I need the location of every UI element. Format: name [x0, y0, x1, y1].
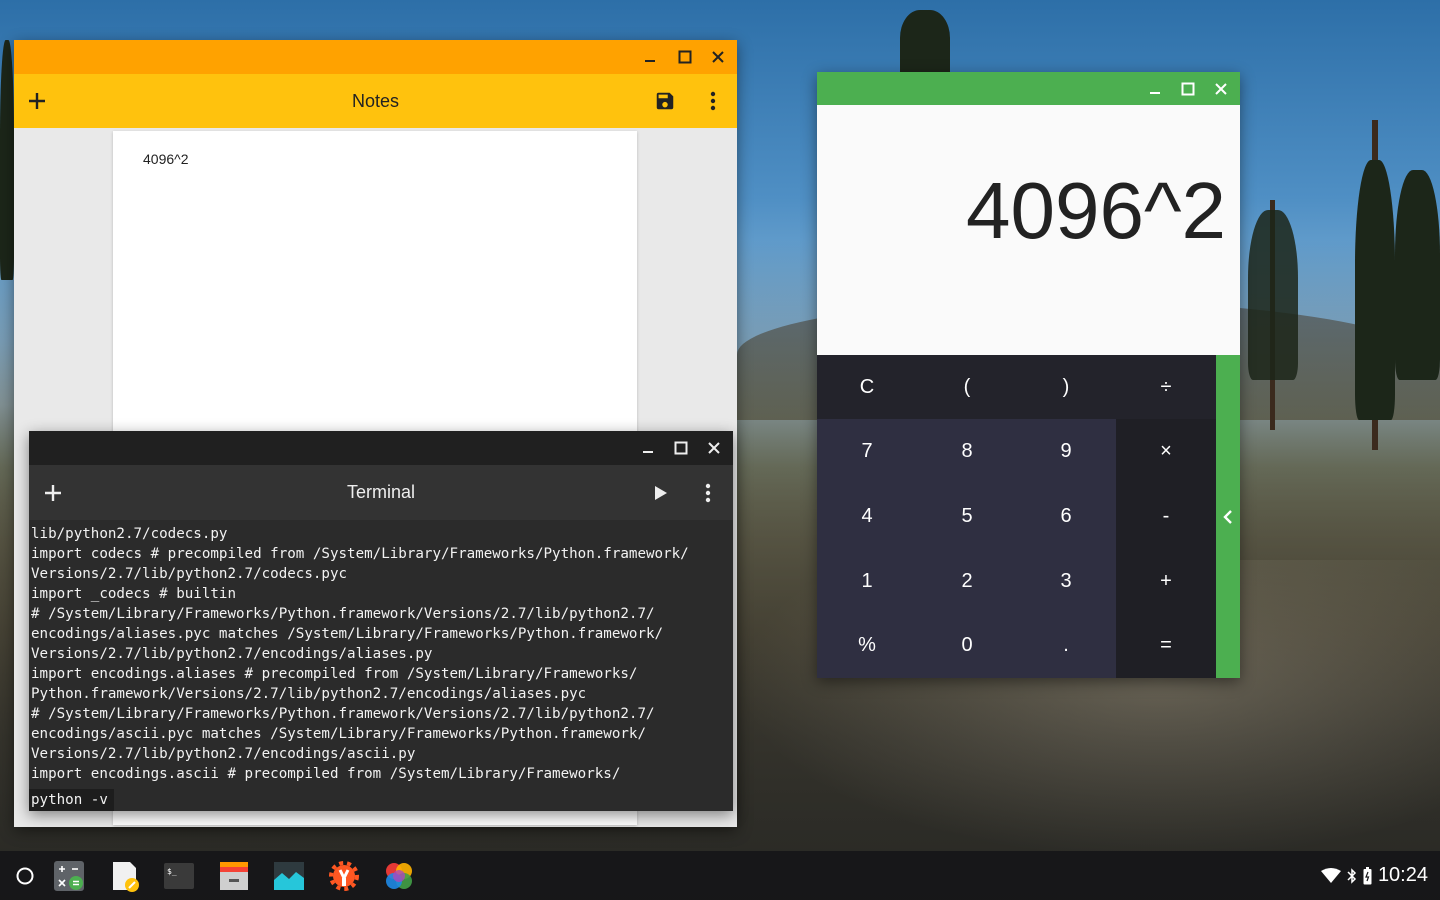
- close-icon: [711, 51, 724, 63]
- terminal-line: Versions/2.7/lib/python2.7/encodings/ali…: [31, 646, 433, 662]
- notes-titlebar[interactable]: [14, 40, 737, 74]
- key-divide[interactable]: ÷: [1116, 355, 1216, 419]
- terminal-titlebar[interactable]: [29, 431, 733, 465]
- terminal-line: import encodings.aliases # precompiled f…: [31, 666, 638, 682]
- terminal-output[interactable]: lib/python2.7/codecs.py import codecs # p…: [29, 520, 733, 811]
- maximize-icon: [1181, 82, 1194, 95]
- key-subtract[interactable]: -: [1116, 484, 1216, 548]
- more-vert-icon: [705, 483, 711, 503]
- minimize-button[interactable]: [633, 40, 666, 74]
- key-9[interactable]: 9: [1016, 419, 1116, 483]
- close-button[interactable]: [701, 40, 734, 74]
- shelf: $_ 10:24: [0, 851, 1440, 900]
- terminal-line: encodings/aliases.pyc matches /System/Li…: [31, 626, 664, 642]
- play-icon: [655, 486, 667, 500]
- wallpaper-app-icon[interactable]: [272, 859, 306, 893]
- terminal-lines: lib/python2.7/codecs.py import codecs # p…: [31, 524, 729, 784]
- bluetooth-icon: [1347, 867, 1356, 884]
- key-equals[interactable]: =: [1116, 613, 1216, 677]
- terminal-line: import encodings.ascii # precompiled fro…: [31, 766, 621, 782]
- settings-app-icon[interactable]: [327, 859, 361, 893]
- photos-app-icon[interactable]: [382, 859, 416, 893]
- svg-text:$_: $_: [167, 867, 177, 876]
- close-icon: [1214, 82, 1227, 95]
- calculator-display: 4096^2: [817, 105, 1240, 355]
- calculator-expression: 4096^2: [966, 166, 1226, 255]
- terminal-line: Versions/2.7/lib/python2.7/encodings/asc…: [31, 746, 416, 762]
- terminal-appbar: Terminal: [29, 465, 733, 520]
- terminal-line: # /System/Library/Frameworks/Python.fram…: [31, 606, 655, 622]
- terminal-line: import codecs # precompiled from /System…: [31, 546, 689, 562]
- minimize-button[interactable]: [1138, 72, 1171, 105]
- calculator-titlebar[interactable]: [817, 72, 1240, 105]
- key-0[interactable]: 0: [917, 613, 1017, 677]
- maximize-icon: [674, 441, 687, 455]
- key-add[interactable]: +: [1116, 549, 1216, 613]
- minimize-icon: [1149, 91, 1160, 94]
- more-vert-icon: [710, 91, 716, 111]
- maximize-button[interactable]: [664, 431, 697, 465]
- advanced-panel-handle[interactable]: [1216, 355, 1240, 678]
- key-2[interactable]: 2: [917, 549, 1017, 613]
- key-multiply[interactable]: ×: [1116, 419, 1216, 483]
- terminal-prompt[interactable]: python -v: [29, 789, 733, 811]
- maximize-icon: [678, 50, 691, 64]
- status-area[interactable]: 10:24: [1320, 851, 1428, 900]
- key-6[interactable]: 6: [1016, 484, 1116, 548]
- wifi-icon: [1320, 867, 1341, 883]
- calculator-window: 4096^2 C ( ) ÷ 7 8 9 × 4 5 6 - 1 2 3 + %…: [817, 72, 1240, 678]
- minimize-icon: [642, 451, 653, 453]
- terminal-menu-button[interactable]: [688, 473, 728, 513]
- calculator-app-icon[interactable]: [52, 859, 86, 893]
- terminal-line: import _codecs # builtin: [31, 586, 236, 602]
- clock: 10:24: [1377, 864, 1428, 886]
- notes-app-icon[interactable]: [107, 859, 141, 893]
- maximize-button[interactable]: [1171, 72, 1204, 105]
- close-icon: [707, 442, 720, 454]
- launcher-button[interactable]: [8, 859, 42, 893]
- files-app-icon[interactable]: [217, 859, 251, 893]
- close-button[interactable]: [697, 431, 730, 465]
- note-content[interactable]: 4096^2: [143, 151, 189, 167]
- terminal-title: Terminal: [346, 482, 416, 502]
- save-button[interactable]: [645, 81, 685, 121]
- key-clear[interactable]: C: [817, 355, 917, 419]
- key-decimal[interactable]: .: [1016, 613, 1116, 677]
- key-5[interactable]: 5: [917, 484, 1017, 548]
- terminal-app-icon[interactable]: $_: [162, 859, 196, 893]
- close-button[interactable]: [1204, 72, 1237, 105]
- minimize-icon: [644, 60, 655, 62]
- notes-title: Notes: [351, 91, 400, 111]
- chevron-left-icon: [1223, 509, 1232, 524]
- notes-menu-button[interactable]: [693, 81, 733, 121]
- terminal-line: # /System/Library/Frameworks/Python.fram…: [31, 706, 655, 722]
- key-1[interactable]: 1: [817, 549, 917, 613]
- terminal-line: Python.framework/Versions/2.7/lib/python…: [31, 686, 587, 702]
- minimize-button[interactable]: [631, 431, 664, 465]
- launcher-icon: [16, 867, 34, 885]
- key-8[interactable]: 8: [917, 419, 1017, 483]
- terminal-window: Terminal lib/python2.7/codecs.py import c…: [29, 431, 733, 811]
- key-percent[interactable]: %: [817, 613, 917, 677]
- key-open-paren[interactable]: (: [917, 355, 1017, 419]
- save-icon: [656, 92, 674, 110]
- key-7[interactable]: 7: [817, 419, 917, 483]
- terminal-line: Versions/2.7/lib/python2.7/codecs.pyc: [31, 566, 348, 582]
- terminal-command[interactable]: python -v: [29, 789, 114, 811]
- calculator-keypad: C ( ) ÷ 7 8 9 × 4 5 6 - 1 2 3 + % 0 . =: [817, 355, 1240, 678]
- notes-appbar: Notes: [14, 74, 737, 128]
- terminal-line: encodings/ascii.pyc matches /System/Libr…: [31, 726, 646, 742]
- battery-icon: [1363, 866, 1372, 884]
- key-4[interactable]: 4: [817, 484, 917, 548]
- maximize-button[interactable]: [668, 40, 701, 74]
- key-3[interactable]: 3: [1016, 549, 1116, 613]
- key-close-paren[interactable]: ): [1016, 355, 1116, 419]
- run-button[interactable]: [641, 473, 681, 513]
- terminal-line: lib/python2.7/codecs.py: [31, 526, 228, 542]
